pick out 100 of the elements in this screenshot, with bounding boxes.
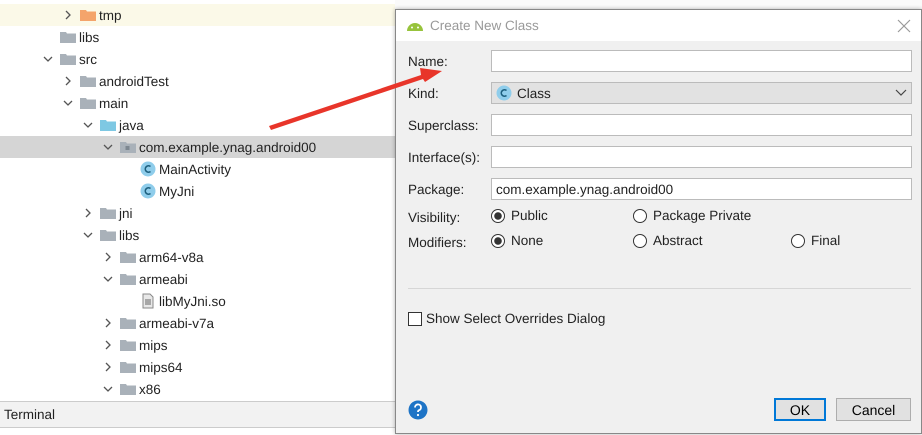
chevron-right-icon[interactable] xyxy=(103,362,113,372)
radio-button[interactable] xyxy=(633,234,647,248)
tree-item-label: MainActivity xyxy=(159,162,232,176)
tree-item[interactable]: androidTest xyxy=(0,70,395,92)
folder-icon xyxy=(60,52,76,66)
chevron-right-icon[interactable] xyxy=(63,10,73,20)
chevron-down-icon[interactable] xyxy=(43,54,53,64)
tree-item[interactable]: libMyJni.so xyxy=(0,290,395,312)
field-label: Name: xyxy=(408,54,449,68)
tree-item[interactable]: java xyxy=(0,114,395,136)
tree-item-label: java xyxy=(119,118,144,132)
close-icon[interactable] xyxy=(897,18,911,32)
tree-item[interactable]: jni xyxy=(0,202,395,224)
field-label: Package: xyxy=(408,182,466,196)
folder-icon xyxy=(100,228,116,242)
chevron-down-icon[interactable] xyxy=(103,384,113,394)
text-field[interactable]: com.example.ynag.android00 xyxy=(491,178,912,200)
tree-item-label: tmp xyxy=(99,8,122,22)
tree-item-label: armeabi-v7a xyxy=(139,316,214,330)
tree-item[interactable]: libs xyxy=(0,224,395,246)
tree-item[interactable]: armeabi-v7a xyxy=(0,312,395,334)
folder-icon xyxy=(60,30,76,44)
tree-item[interactable]: libs xyxy=(0,26,395,48)
text-field[interactable] xyxy=(491,114,912,136)
folder-icon xyxy=(120,316,136,330)
tree-item-label: com.example.ynag.android00 xyxy=(139,140,316,154)
radio-option[interactable]: None xyxy=(491,232,633,249)
chevron-down-icon[interactable] xyxy=(103,274,113,284)
chevron-down-icon xyxy=(895,89,907,97)
tree-item-label: mips xyxy=(139,338,168,352)
tree-item[interactable]: mips xyxy=(0,334,395,356)
tree-item-label: jni xyxy=(119,206,133,220)
tree-item[interactable]: armeabi xyxy=(0,268,395,290)
radio-option[interactable]: Abstract xyxy=(633,232,791,249)
folder-icon xyxy=(80,96,96,110)
folder-icon xyxy=(100,206,116,220)
field-label: Modifiers: xyxy=(408,235,468,250)
tree-item-label: src xyxy=(79,52,97,66)
kind-dropdown[interactable]: Class xyxy=(491,82,912,104)
tree-item-label: mips64 xyxy=(139,360,183,374)
cancel-button[interactable]: Cancel xyxy=(836,398,911,421)
text-field[interactable] xyxy=(491,50,912,72)
field-label: Visibility: xyxy=(408,210,462,225)
tree-item[interactable]: mips64 xyxy=(0,356,395,378)
class-icon xyxy=(496,85,512,101)
class-icon xyxy=(140,161,156,177)
radio-button[interactable] xyxy=(791,234,805,248)
radio-button[interactable] xyxy=(633,208,647,222)
radio-option[interactable]: Final xyxy=(791,232,911,249)
chevron-right-icon[interactable] xyxy=(83,208,93,218)
ok-button[interactable]: OK xyxy=(774,398,826,421)
chevron-right-icon[interactable] xyxy=(103,318,113,328)
chevron-down-icon[interactable] xyxy=(83,230,93,240)
radio-option[interactable]: Package Private xyxy=(633,207,791,224)
chevron-right-icon[interactable] xyxy=(103,252,113,262)
folder-icon xyxy=(120,360,136,374)
folder-icon xyxy=(100,118,116,132)
tree-item[interactable]: arm64-v8a xyxy=(0,246,395,268)
folder-icon xyxy=(120,382,136,396)
tree-item-label: MyJni xyxy=(159,184,194,198)
chevron-right-icon[interactable] xyxy=(63,76,73,86)
checkbox[interactable] xyxy=(408,312,422,326)
tree-item[interactable]: main xyxy=(0,92,395,114)
folder-icon xyxy=(80,74,96,88)
radio-button[interactable] xyxy=(491,234,505,248)
field-label: Interface(s): xyxy=(408,150,482,164)
folder-icon xyxy=(120,338,136,352)
overrides-checkbox[interactable]: Show Select Overrides Dialog xyxy=(408,311,911,326)
tree-item[interactable]: com.example.ynag.android00 xyxy=(0,136,395,158)
field-label: Kind: xyxy=(408,86,440,100)
tree-item-label: armeabi xyxy=(139,272,188,286)
tree-item[interactable]: x86 xyxy=(0,378,395,400)
tree-item-label: x86 xyxy=(139,382,161,396)
folder-icon xyxy=(120,250,136,264)
class-icon xyxy=(140,183,156,199)
tree-item-label: main xyxy=(99,96,128,110)
dialog-title: Create New Class xyxy=(430,18,539,33)
field-label: Superclass: xyxy=(408,118,480,132)
file-icon xyxy=(140,293,156,309)
tree-item-label: androidTest xyxy=(99,74,169,88)
folder-icon xyxy=(80,8,96,22)
tree-item[interactable]: MainActivity xyxy=(0,158,395,180)
tree-item-label: libMyJni.so xyxy=(159,294,226,308)
terminal-tab[interactable]: Terminal xyxy=(4,407,56,422)
radio-button[interactable] xyxy=(491,208,505,222)
tree-item[interactable]: tmp xyxy=(0,4,395,26)
tree-item[interactable]: MyJni xyxy=(0,180,395,202)
help-icon[interactable] xyxy=(408,400,428,420)
package-folder-icon xyxy=(120,140,136,154)
tree-item[interactable]: src xyxy=(0,48,395,70)
tree-item-label: libs xyxy=(79,30,100,44)
radio-option[interactable]: Public xyxy=(491,207,633,224)
tree-item-label: arm64-v8a xyxy=(139,250,204,264)
tree-item-label: libs xyxy=(119,228,140,242)
chevron-down-icon[interactable] xyxy=(83,120,93,130)
chevron-down-icon[interactable] xyxy=(63,98,73,108)
text-field[interactable] xyxy=(491,146,912,168)
chevron-down-icon[interactable] xyxy=(103,142,113,152)
chevron-right-icon[interactable] xyxy=(103,340,113,350)
folder-icon xyxy=(120,272,136,286)
